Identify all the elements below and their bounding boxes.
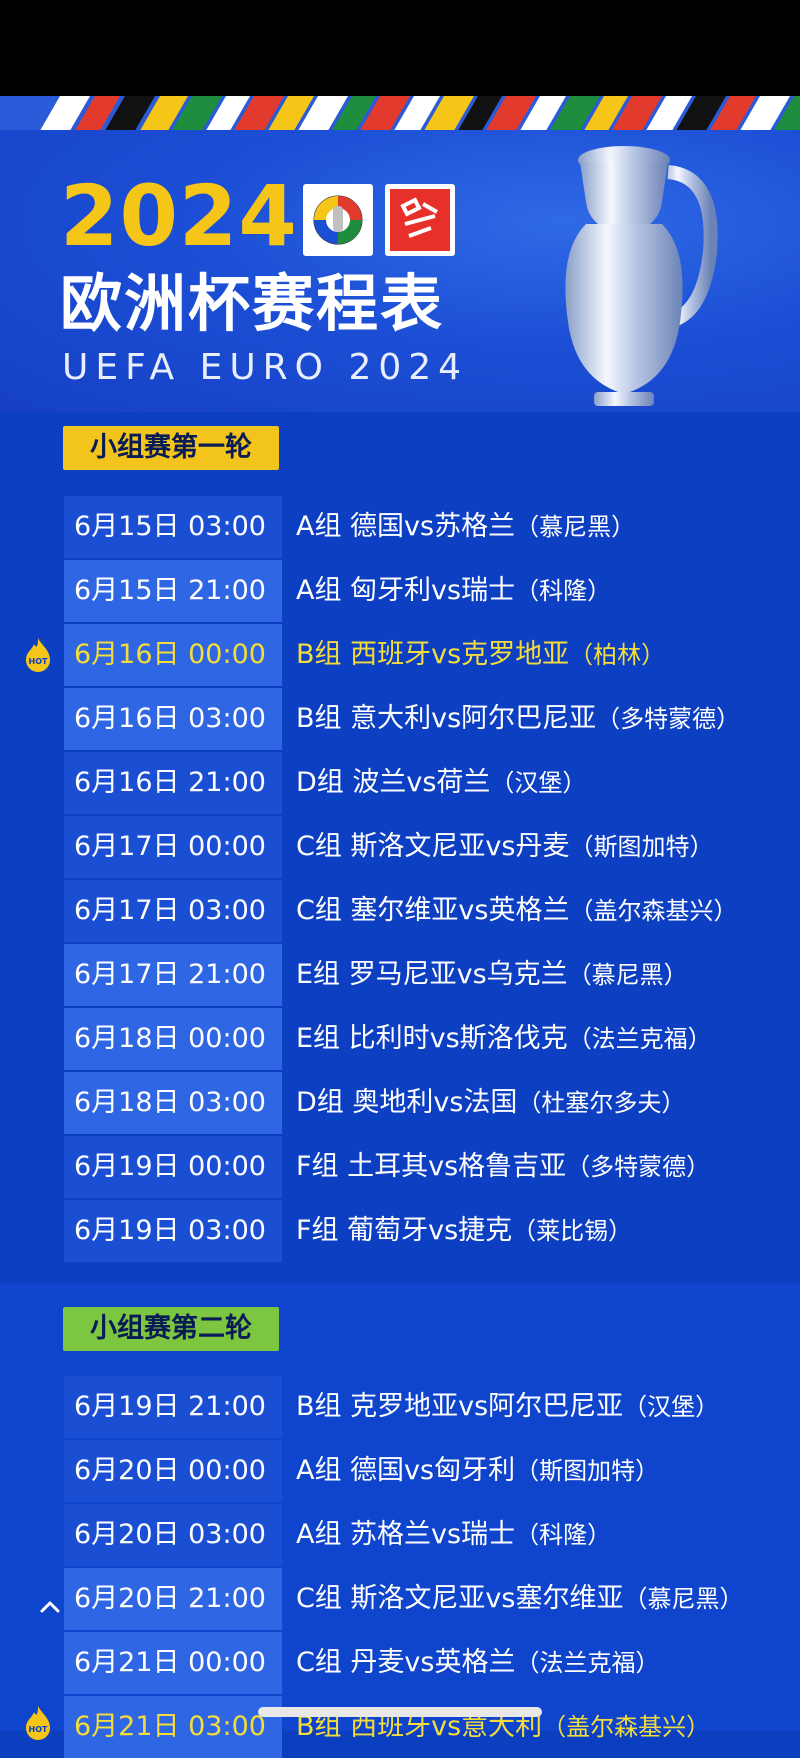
schedule-title: 欧洲杯赛程表 bbox=[60, 267, 445, 340]
chevron-up-icon[interactable] bbox=[36, 1597, 64, 1617]
match-info: D组 奥地利vs法国（杜塞尔多夫） bbox=[296, 1087, 686, 1118]
match-info: B组 意大利vs阿尔巴尼亚（多特蒙德） bbox=[296, 703, 741, 734]
match-info: C组 斯洛文尼亚vs丹麦（斯图加特） bbox=[296, 831, 714, 862]
match-date: 6月18日 03:00 bbox=[64, 1072, 282, 1134]
match-info: F组 葡萄牙vs捷克（莱比锡） bbox=[296, 1215, 633, 1246]
match-info: F组 土耳其vs格鲁吉亚（多特蒙德） bbox=[296, 1151, 711, 1182]
color-stripes-decoration bbox=[0, 96, 800, 130]
match-info: A组 德国vs匈牙利（斯图加特） bbox=[296, 1455, 660, 1486]
match-row[interactable]: 6月16日 00:00 B组 西班牙vs克罗地亚（柏林） bbox=[64, 624, 800, 686]
match-info: B组 西班牙vs克罗地亚（柏林） bbox=[296, 639, 666, 670]
home-indicator[interactable] bbox=[258, 1707, 542, 1717]
match-date: 6月15日 21:00 bbox=[64, 560, 282, 622]
match-info: C组 塞尔维亚vs英格兰（盖尔森基兴） bbox=[296, 895, 738, 926]
match-date: 6月19日 03:00 bbox=[64, 1200, 282, 1262]
match-date: 6月21日 00:00 bbox=[64, 1632, 282, 1694]
match-info: E组 比利时vs斯洛伐克（法兰克福） bbox=[296, 1023, 712, 1054]
match-row[interactable]: 6月15日 21:00 A组 匈牙利vs瑞士（科隆） bbox=[64, 560, 800, 622]
match-row[interactable]: 6月21日 00:00 C组 丹麦vs英格兰（法兰克福） bbox=[64, 1632, 800, 1694]
match-row[interactable]: 6月16日 03:00 B组 意大利vs阿尔巴尼亚（多特蒙德） bbox=[64, 688, 800, 750]
match-info: A组 德国vs苏格兰（慕尼黑） bbox=[296, 511, 636, 542]
match-info: A组 苏格兰vs瑞士（科隆） bbox=[296, 1519, 612, 1550]
match-row[interactable]: 6月20日 21:00 C组 斯洛文尼亚vs塞尔维亚（慕尼黑） bbox=[64, 1568, 800, 1630]
match-date: 6月20日 21:00 bbox=[64, 1568, 282, 1630]
match-date: 6月19日 21:00 bbox=[64, 1376, 282, 1438]
match-row[interactable]: 6月19日 00:00 F组 土耳其vs格鲁吉亚（多特蒙德） bbox=[64, 1136, 800, 1198]
year-title: 2024 bbox=[60, 167, 298, 265]
match-date: 6月15日 03:00 bbox=[64, 496, 282, 558]
match-date: 6月21日 03:00 bbox=[64, 1696, 282, 1758]
match-row[interactable]: 6月20日 00:00 A组 德国vs匈牙利（斯图加特） bbox=[64, 1440, 800, 1502]
match-info: C组 丹麦vs英格兰（法兰克福） bbox=[296, 1647, 660, 1678]
match-date: 6月19日 00:00 bbox=[64, 1136, 282, 1198]
hot-flame-icon: HOT bbox=[22, 1704, 54, 1740]
match-row[interactable]: 6月17日 00:00 C组 斯洛文尼亚vs丹麦（斯图加特） bbox=[64, 816, 800, 878]
brand-logo-icon bbox=[385, 184, 455, 256]
match-info: A组 匈牙利vs瑞士（科隆） bbox=[296, 575, 612, 606]
match-date: 6月16日 00:00 bbox=[64, 624, 282, 686]
match-date: 6月16日 21:00 bbox=[64, 752, 282, 814]
match-date: 6月20日 03:00 bbox=[64, 1504, 282, 1566]
match-row[interactable]: 6月20日 03:00 A组 苏格兰vs瑞士（科隆） bbox=[64, 1504, 800, 1566]
round-one-label: 小组赛第一轮 bbox=[63, 426, 279, 470]
match-date: 6月17日 21:00 bbox=[64, 944, 282, 1006]
match-row[interactable]: 6月17日 03:00 C组 塞尔维亚vs英格兰（盖尔森基兴） bbox=[64, 880, 800, 942]
match-date: 6月16日 03:00 bbox=[64, 688, 282, 750]
status-bar-area bbox=[0, 0, 800, 96]
match-info: D组 波兰vs荷兰（汉堡） bbox=[296, 767, 587, 798]
schedule-subtitle: UEFA EURO 2024 bbox=[62, 347, 469, 388]
euro-logo-icon bbox=[303, 184, 373, 256]
round-two-label: 小组赛第二轮 bbox=[63, 1307, 279, 1351]
match-row[interactable]: 6月17日 21:00 E组 罗马尼亚vs乌克兰（慕尼黑） bbox=[64, 944, 800, 1006]
match-row[interactable]: 6月16日 21:00 D组 波兰vs荷兰（汉堡） bbox=[64, 752, 800, 814]
trophy-icon bbox=[540, 132, 740, 412]
match-info: C组 斯洛文尼亚vs塞尔维亚（慕尼黑） bbox=[296, 1583, 744, 1614]
match-row[interactable]: 6月18日 00:00 E组 比利时vs斯洛伐克（法兰克福） bbox=[64, 1008, 800, 1070]
match-row[interactable]: 6月18日 03:00 D组 奥地利vs法国（杜塞尔多夫） bbox=[64, 1072, 800, 1134]
match-row[interactable]: 6月19日 21:00 B组 克罗地亚vs阿尔巴尼亚（汉堡） bbox=[64, 1376, 800, 1438]
match-info: B组 西班牙vs意大利（盖尔森基兴） bbox=[296, 1711, 711, 1742]
hot-flame-icon: HOT bbox=[22, 636, 54, 672]
match-row[interactable]: 6月21日 03:00 B组 西班牙vs意大利（盖尔森基兴） bbox=[64, 1696, 800, 1758]
match-info: E组 罗马尼亚vs乌克兰（慕尼黑） bbox=[296, 959, 688, 990]
match-info: B组 克罗地亚vs阿尔巴尼亚（汉堡） bbox=[296, 1391, 720, 1422]
svg-text:HOT: HOT bbox=[29, 1725, 48, 1734]
match-date: 6月18日 00:00 bbox=[64, 1008, 282, 1070]
match-row[interactable]: 6月15日 03:00 A组 德国vs苏格兰（慕尼黑） bbox=[64, 496, 800, 558]
match-date: 6月17日 00:00 bbox=[64, 816, 282, 878]
match-row[interactable]: 6月19日 03:00 F组 葡萄牙vs捷克（莱比锡） bbox=[64, 1200, 800, 1262]
match-date: 6月17日 03:00 bbox=[64, 880, 282, 942]
svg-text:HOT: HOT bbox=[29, 657, 48, 666]
match-date: 6月20日 00:00 bbox=[64, 1440, 282, 1502]
